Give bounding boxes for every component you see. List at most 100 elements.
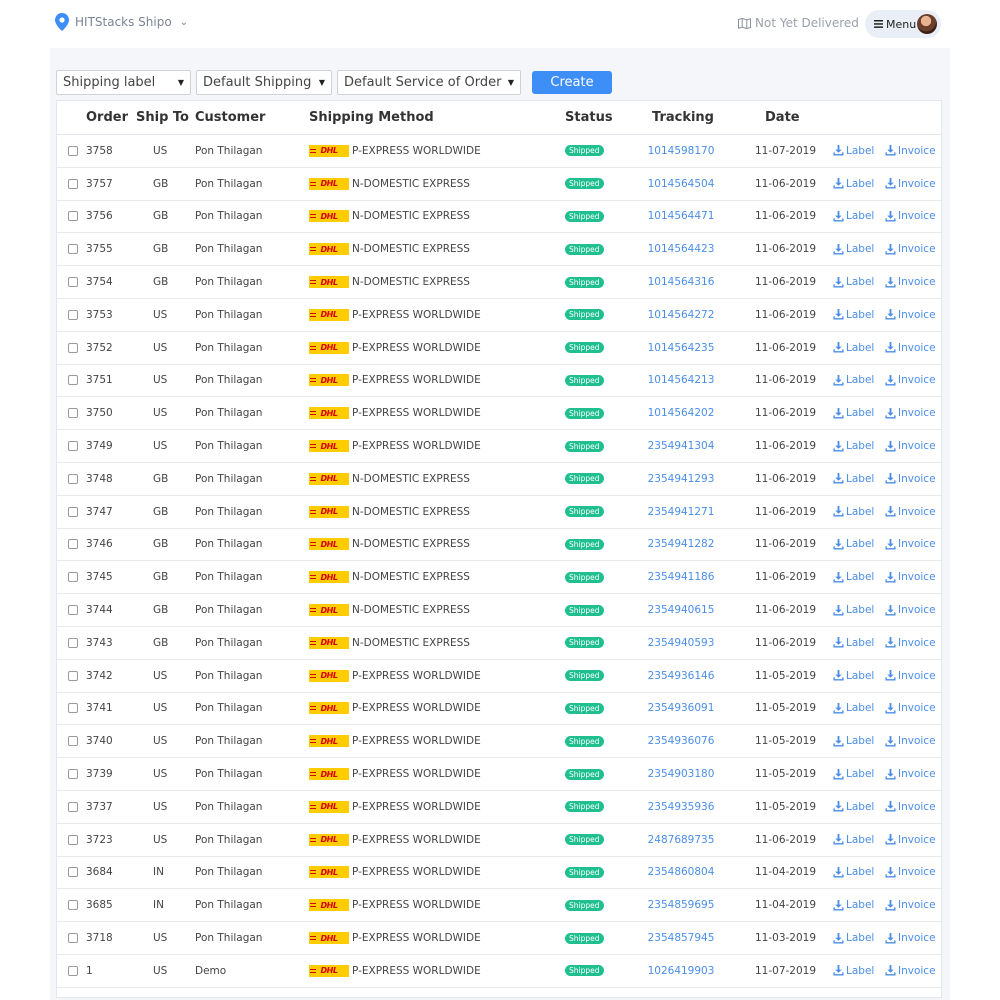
invoice-download-link[interactable]: Invoice [885,397,936,429]
row-checkbox[interactable] [68,867,78,878]
row-checkbox[interactable] [68,605,78,616]
row-checkbox[interactable] [68,473,78,484]
invoice-download-link[interactable]: Invoice [885,233,936,265]
tracking-link[interactable]: 1014564471 [648,201,715,233]
tracking-link[interactable]: 2487689735 [648,824,715,856]
invoice-download-link[interactable]: Invoice [885,561,936,593]
label-download-link[interactable]: Label [833,660,874,692]
tracking-link[interactable]: 2354859695 [648,889,715,921]
tracking-link[interactable]: 2354940593 [648,627,715,659]
header-status[interactable]: Status [565,110,613,125]
header-tracking[interactable]: Tracking [652,110,714,125]
tracking-link[interactable]: 1014564213 [648,365,715,397]
row-checkbox[interactable] [68,441,78,452]
label-download-link[interactable]: Label [833,168,874,200]
label-download-link[interactable]: Label [833,332,874,364]
label-download-link[interactable]: Label [833,496,874,528]
tracking-link[interactable]: 2354936091 [648,693,715,725]
label-download-link[interactable]: Label [833,561,874,593]
shipping-label-select[interactable]: Shipping label ▼ [56,70,191,95]
menu-button[interactable]: Menu [865,10,941,38]
row-checkbox[interactable] [68,375,78,386]
row-checkbox[interactable] [68,572,78,583]
invoice-download-link[interactable]: Invoice [885,496,936,528]
label-download-link[interactable]: Label [833,266,874,298]
label-download-link[interactable]: Label [833,693,874,725]
tracking-link[interactable]: 1014564504 [648,168,715,200]
invoice-download-link[interactable]: Invoice [885,529,936,561]
invoice-download-link[interactable]: Invoice [885,430,936,462]
tracking-link[interactable]: 2354860804 [648,857,715,889]
invoice-download-link[interactable]: Invoice [885,594,936,626]
label-download-link[interactable]: Label [833,201,874,233]
invoice-download-link[interactable]: Invoice [885,299,936,331]
tracking-link[interactable]: 1014564423 [648,233,715,265]
row-checkbox[interactable] [68,178,78,189]
invoice-download-link[interactable]: Invoice [885,266,936,298]
label-download-link[interactable]: Label [833,135,874,167]
invoice-download-link[interactable]: Invoice [885,660,936,692]
row-checkbox[interactable] [68,145,78,156]
label-download-link[interactable]: Label [833,922,874,954]
label-download-link[interactable]: Label [833,299,874,331]
row-checkbox[interactable] [68,834,78,845]
tracking-link[interactable]: 2354941293 [648,463,715,495]
row-checkbox[interactable] [68,277,78,288]
header-ship-to[interactable]: Ship To [136,110,189,125]
invoice-download-link[interactable]: Invoice [885,824,936,856]
invoice-download-link[interactable]: Invoice [885,955,936,987]
label-download-link[interactable]: Label [833,725,874,757]
create-button[interactable]: Create [532,71,612,94]
invoice-download-link[interactable]: Invoice [885,725,936,757]
label-download-link[interactable]: Label [833,365,874,397]
header-date[interactable]: Date [765,110,800,125]
invoice-download-link[interactable]: Invoice [885,857,936,889]
invoice-download-link[interactable]: Invoice [885,758,936,790]
tracking-link[interactable]: 2354935936 [648,791,715,823]
label-download-link[interactable]: Label [833,594,874,626]
tracking-link[interactable]: 1014564202 [648,397,715,429]
header-customer[interactable]: Customer [195,110,265,125]
label-download-link[interactable]: Label [833,889,874,921]
row-checkbox[interactable] [68,769,78,780]
tracking-link[interactable]: 2354936076 [648,725,715,757]
label-download-link[interactable]: Label [833,529,874,561]
label-download-link[interactable]: Label [833,791,874,823]
default-service-select[interactable]: Default Service of Order ▼ [337,70,521,95]
invoice-download-link[interactable]: Invoice [885,791,936,823]
tracking-link[interactable]: 2354940615 [648,594,715,626]
tracking-link[interactable]: 2354936146 [648,660,715,692]
tracking-link[interactable]: 2354941282 [648,529,715,561]
row-checkbox[interactable] [68,900,78,911]
header-order[interactable]: Order [86,110,128,125]
row-checkbox[interactable] [68,670,78,681]
row-checkbox[interactable] [68,637,78,648]
invoice-download-link[interactable]: Invoice [885,135,936,167]
row-checkbox[interactable] [68,244,78,255]
tracking-link[interactable]: 2354941186 [648,561,715,593]
row-checkbox[interactable] [68,342,78,353]
tracking-link[interactable]: 1014564235 [648,332,715,364]
tracking-link[interactable]: 1026419903 [648,955,715,987]
label-download-link[interactable]: Label [833,824,874,856]
label-download-link[interactable]: Label [833,857,874,889]
row-checkbox[interactable] [68,736,78,747]
row-checkbox[interactable] [68,309,78,320]
invoice-download-link[interactable]: Invoice [885,627,936,659]
tracking-link[interactable]: 1014598170 [648,135,715,167]
label-download-link[interactable]: Label [833,955,874,987]
row-checkbox[interactable] [68,933,78,944]
tracking-link[interactable]: 1014564272 [648,299,715,331]
tracking-link[interactable]: 1014564316 [648,266,715,298]
label-download-link[interactable]: Label [833,627,874,659]
row-checkbox[interactable] [68,703,78,714]
default-shipping-select[interactable]: Default Shipping ▼ [196,70,332,95]
invoice-download-link[interactable]: Invoice [885,332,936,364]
label-download-link[interactable]: Label [833,463,874,495]
row-checkbox[interactable] [68,539,78,550]
invoice-download-link[interactable]: Invoice [885,168,936,200]
invoice-download-link[interactable]: Invoice [885,922,936,954]
invoice-download-link[interactable]: Invoice [885,365,936,397]
row-checkbox[interactable] [68,801,78,812]
not-yet-delivered-link[interactable]: Not Yet Delivered [738,16,859,30]
